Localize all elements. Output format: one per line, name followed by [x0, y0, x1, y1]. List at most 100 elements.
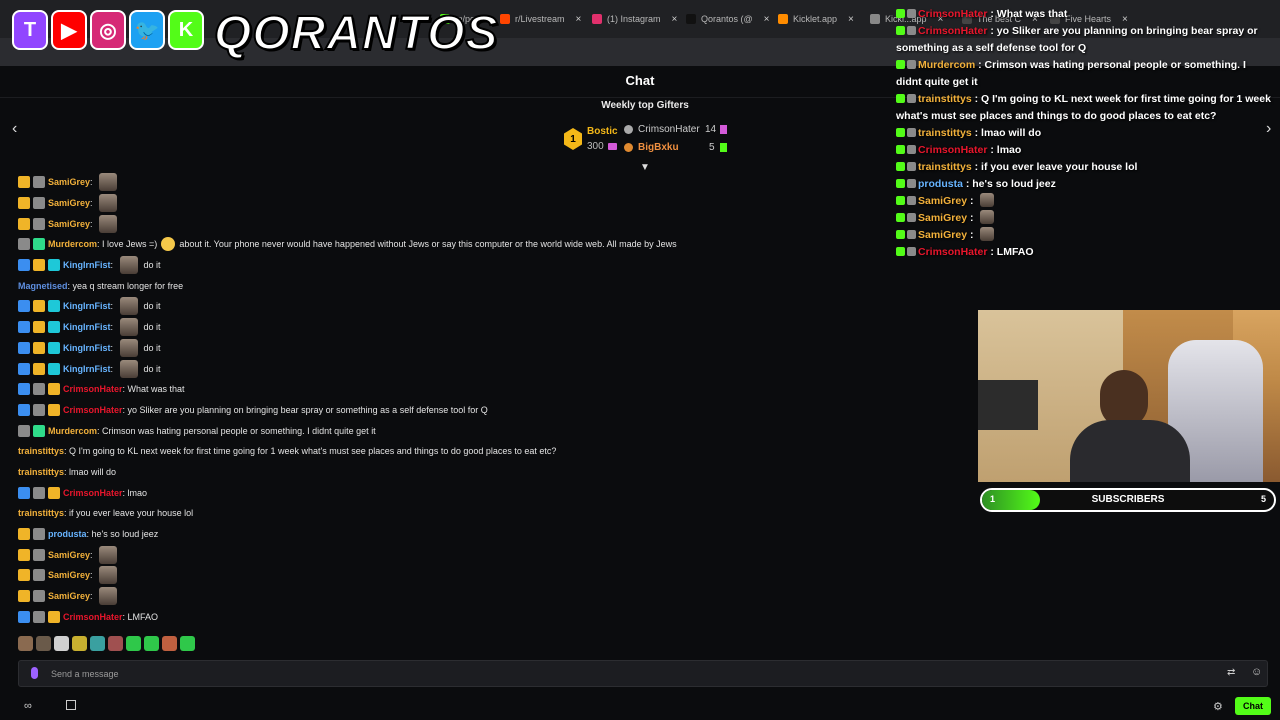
overlay-chat-message: trainstittys : lmao will do [896, 125, 1272, 142]
chat-message-text: Crimson was hating personal people or so… [102, 425, 376, 436]
emote-button[interactable] [72, 636, 87, 651]
emote-button[interactable] [90, 636, 105, 651]
chat-settings-infinity-icon[interactable]: ∞ [24, 700, 32, 712]
chat-username[interactable]: Magnetised [18, 281, 68, 291]
chat-username[interactable]: KingIrnFist [63, 343, 111, 353]
user-badge-icon [18, 238, 30, 251]
chat-username[interactable]: SamiGrey [48, 177, 90, 187]
overlay-chat-message: produsta : he's so loud jeez [896, 176, 1272, 193]
chat-username[interactable]: trainstittys [18, 446, 64, 456]
close-icon[interactable]: × [848, 14, 854, 25]
chat-username[interactable]: KingIrnFist [63, 364, 111, 374]
overlay-chat-username: trainstittys [918, 93, 972, 105]
overlay-chat-message: Murdercom : Crimson was hating personal … [896, 57, 1272, 91]
chat-message: SamiGrey: [18, 172, 878, 193]
chevron-left-icon[interactable]: ‹ [12, 120, 17, 138]
chat-username[interactable]: Murdercom [48, 426, 97, 436]
gear-icon[interactable]: ⚙ [1213, 700, 1223, 713]
chat-username[interactable]: trainstittys [18, 508, 64, 518]
chat-username[interactable]: CrimsonHater [63, 488, 123, 498]
rank-badge: 1 [564, 128, 582, 150]
chat-message: CrimsonHater: yo Sliker are you planning… [18, 400, 878, 421]
chat-message: CrimsonHater: What was that [18, 379, 878, 400]
overlay-chat-message: CrimsonHater : yo Sliker are you plannin… [896, 23, 1272, 57]
gifter-second-name: CrimsonHater [638, 124, 700, 135]
chat-username[interactable]: KingIrnFist [63, 301, 111, 311]
chat-username[interactable]: SamiGrey [48, 570, 90, 580]
chat-username[interactable]: trainstittys [18, 467, 64, 477]
chat-message-text: do it [143, 322, 161, 333]
chat-username[interactable]: CrimsonHater [63, 405, 123, 415]
chat-message-text: yo Sliker are you planning on bringing b… [127, 404, 488, 415]
chat-username[interactable]: CrimsonHater [63, 384, 123, 394]
browser-tab[interactable]: (1) Instagram × [592, 8, 677, 30]
chat-message: Magnetised: yea q stream longer for free [18, 275, 878, 296]
browser-tab[interactable]: Qorantos (@ × [686, 8, 770, 30]
gifter-first-count: 300 [587, 141, 604, 152]
chat-username[interactable]: CrimsonHater [63, 612, 123, 622]
chat-message-input[interactable] [51, 665, 1201, 683]
emote-button[interactable] [108, 636, 123, 651]
close-icon[interactable]: × [576, 14, 582, 25]
overlay-badge-icon [907, 145, 916, 154]
message-separator: : [110, 301, 116, 312]
chat-message: KingIrnFist: do it [18, 255, 878, 276]
emote-button[interactable] [36, 636, 51, 651]
overlay-chat-text: lmao [996, 144, 1022, 156]
chat-username[interactable]: produsta [48, 529, 87, 539]
chat-message: SamiGrey: [18, 586, 878, 607]
message-separator: : [90, 177, 96, 188]
chat-message-text: I love Jews =) [102, 239, 158, 250]
close-icon[interactable]: × [764, 14, 770, 25]
emote-image [99, 566, 118, 585]
chat-username[interactable]: SamiGrey [48, 591, 90, 601]
send-chat-button[interactable]: Chat [1235, 697, 1271, 715]
message-separator: : [971, 161, 982, 173]
close-icon[interactable]: × [672, 14, 678, 25]
chat-username[interactable]: KingIrnFist [63, 322, 111, 332]
chat-username[interactable]: SamiGrey [48, 550, 90, 560]
user-badge-icon [33, 321, 45, 334]
overlay-badge-icon [907, 60, 916, 69]
browser-tab[interactable]: Kicklet.app × [778, 8, 854, 30]
overlay-badge-icon [896, 230, 905, 239]
user-badge-icon [48, 610, 60, 623]
emote-button[interactable] [162, 636, 177, 651]
overlay-badge-icon [907, 9, 916, 18]
user-badge-icon [33, 300, 45, 313]
bronze-badge-icon [624, 143, 633, 152]
emote-button[interactable] [144, 636, 159, 651]
emoji-icon[interactable]: ☺ [1251, 666, 1262, 678]
message-separator: : [987, 25, 997, 37]
browser-tab[interactable]: r/Livestream × [500, 8, 581, 30]
translate-icon[interactable]: ⇄ [1227, 667, 1235, 678]
chat-username[interactable]: SamiGrey [48, 219, 90, 229]
chat-username[interactable]: KingIrnFist [63, 260, 111, 270]
emote-button[interactable] [18, 636, 33, 651]
overlay-chat-username: produsta [918, 178, 963, 190]
store-icon[interactable] [66, 700, 76, 710]
chat-username[interactable]: SamiGrey [48, 198, 90, 208]
user-badge-icon [18, 610, 30, 623]
silver-badge-icon [624, 125, 633, 134]
chat-message-text: do it [143, 363, 161, 374]
overlay-chat-username: Murdercom [918, 59, 976, 71]
chat-message-text: LMFAO [127, 611, 159, 622]
user-badge-icon [33, 569, 45, 582]
twitch-icon: T [12, 10, 48, 50]
overlay-chat-message: CrimsonHater : LMFAO [896, 244, 1272, 261]
emote-button[interactable] [126, 636, 141, 651]
emote-button[interactable] [54, 636, 69, 651]
chat-message: CrimsonHater: LMFAO [18, 606, 878, 627]
message-separator: : [110, 363, 116, 374]
gifter-third-name: BigBxku [638, 142, 679, 153]
tab-favicon-icon [870, 14, 880, 24]
emote-button[interactable] [180, 636, 195, 651]
overlay-chat-text: What was that [996, 8, 1068, 20]
webcam-person-body [1070, 420, 1190, 482]
chat-username[interactable]: Murdercom [48, 239, 97, 249]
microphone-icon[interactable] [31, 667, 38, 679]
user-badge-icon [33, 197, 45, 210]
gifter-first-name: Bostic [587, 126, 618, 137]
user-badge-icon [33, 424, 45, 437]
